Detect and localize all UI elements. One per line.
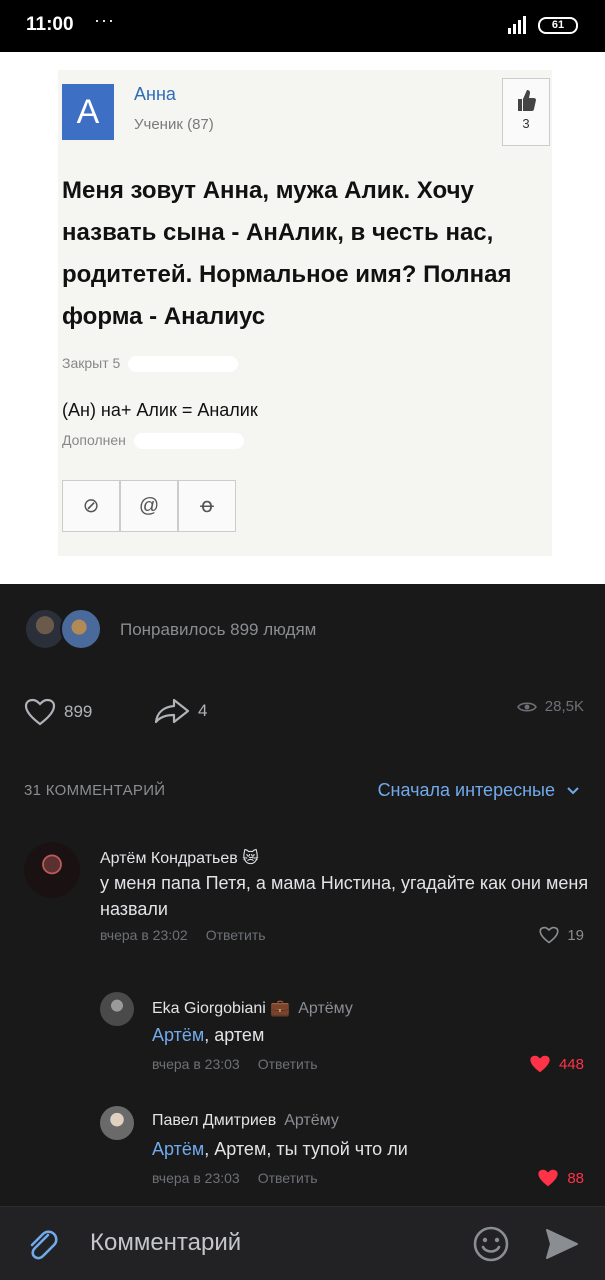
qa-closed-label: Закрыт 5 — [62, 355, 239, 373]
reply-button[interactable]: Ответить — [258, 1056, 318, 1072]
qa-card: А Анна Ученик (87) 3 Меня зовут Анна, му… — [58, 70, 552, 556]
qa-added-label: Дополнен — [62, 432, 244, 450]
heart-filled-icon — [538, 1169, 558, 1187]
chevron-down-icon — [567, 787, 579, 795]
comment-like-count: 19 — [567, 926, 584, 944]
qa-like-count: 3 — [522, 116, 530, 131]
paperclip-icon[interactable] — [24, 1227, 60, 1263]
reply-to-label: Артёму — [284, 1112, 339, 1129]
notification-dots: ··· — [94, 10, 115, 30]
battery-icon: 61 — [538, 17, 578, 34]
post-feed: Понравилось 899 людям 899 4 28,5K 31 КОМ… — [0, 584, 605, 1280]
comment-input[interactable]: Комментарий — [90, 1229, 241, 1257]
emoji-icon[interactable] — [472, 1225, 510, 1263]
qa-author-rank: Ученик (87) — [134, 116, 214, 133]
heart-icon — [539, 926, 559, 944]
comment-text: Артём, Артем, ты тупой что ли — [152, 1136, 572, 1162]
comment: Артём Кондратьев 😿 у меня папа Петя, а м… — [24, 842, 588, 952]
comment-reply: Павел Дмитриев Артёму Артём, Артем, ты ту… — [100, 1106, 584, 1206]
reply-button[interactable]: Ответить — [206, 927, 266, 943]
block-icon: ⊘ — [62, 480, 120, 532]
mention-link[interactable]: Артём — [152, 1139, 204, 1159]
redaction-blur — [133, 433, 244, 450]
qa-added-text: Дополнен — [62, 432, 126, 448]
heart-filled-icon — [530, 1055, 550, 1073]
comment-like-count: 88 — [567, 1169, 584, 1187]
comment-reply: Eka Giorgobiani 💼 Артёму Артём, артем вче… — [100, 992, 584, 1092]
share-button[interactable]: 4 — [154, 698, 207, 724]
comment-meta: вчера в 23:02 Ответить — [100, 927, 266, 943]
post-stats: 899 4 28,5K — [24, 698, 584, 728]
avatar[interactable] — [24, 842, 80, 898]
like-count: 899 — [64, 702, 93, 721]
comment-like-button[interactable]: 88 — [537, 1168, 584, 1188]
liked-by-text: Понравилось 899 людям — [120, 620, 317, 639]
eye-icon — [516, 701, 537, 712]
comment-author[interactable]: Артём Кондратьев 😿 — [100, 848, 259, 868]
comment-author[interactable]: Eka Giorgobiani 💼 — [152, 1000, 290, 1017]
comment-text: у меня папа Петя, а мама Нистина, угадай… — [100, 873, 589, 919]
sort-label: Сначала интересные — [377, 780, 555, 800]
mention-link[interactable]: Артём — [152, 1025, 204, 1045]
sort-dropdown[interactable]: Сначала интересные — [378, 780, 580, 801]
author-avatar: А — [62, 84, 114, 140]
reply-button[interactable]: Ответить — [258, 1170, 318, 1186]
comment-text: Артём, артем — [152, 1022, 572, 1048]
heart-icon — [24, 698, 56, 726]
reply-to-label: Артёму — [298, 1000, 353, 1017]
qa-author-name: Анна — [134, 84, 176, 104]
mail-icon: @ — [120, 480, 178, 532]
comment-like-count: 448 — [558, 1055, 584, 1073]
comment-meta: вчера в 23:03 Ответить — [152, 1056, 318, 1072]
qa-question-text: Меня зовут Анна, мужа Алик. Хочу назвать… — [62, 177, 512, 330]
comments-count: 31 КОММЕНТАРИЙ — [24, 782, 166, 799]
qa-closed-text: Закрыт 5 — [62, 355, 121, 371]
comment-body: , артем — [204, 1025, 265, 1045]
views-count: 28,5K — [544, 698, 584, 715]
comment-like-button[interactable]: 19 — [539, 926, 584, 944]
avatar — [60, 608, 102, 650]
avatar[interactable] — [100, 992, 134, 1026]
views-counter: 28,5K — [516, 698, 584, 715]
signal-icon — [508, 16, 526, 34]
share-icon — [154, 698, 190, 724]
comment-time: вчера в 23:02 — [100, 927, 188, 943]
send-icon[interactable] — [544, 1227, 580, 1261]
comment-composer: Комментарий — [0, 1206, 605, 1280]
like-button[interactable]: 899 — [24, 698, 92, 726]
ok-icon: ꝋ — [178, 480, 236, 532]
avatar[interactable] — [100, 1106, 134, 1140]
share-count: 4 — [198, 701, 208, 720]
qa-action-buttons: ⊘ @ ꝋ — [62, 480, 236, 532]
comment-time: вчера в 23:03 — [152, 1056, 240, 1072]
status-time: 11:00 — [26, 14, 74, 35]
thumbs-up-icon — [518, 90, 536, 111]
comment-author[interactable]: Павел Дмитриев — [152, 1112, 276, 1129]
comment-time: вчера в 23:03 — [152, 1170, 240, 1186]
comment-like-button[interactable]: 448 — [529, 1054, 584, 1074]
post-image[interactable]: А Анна Ученик (87) 3 Меня зовут Анна, му… — [0, 52, 605, 584]
comment-meta: вчера в 23:03 Ответить — [152, 1170, 318, 1186]
qa-like-box: 3 — [502, 78, 550, 146]
qa-addition-text: (Ан) на+ Алик = Аналик — [62, 400, 258, 420]
redaction-blur — [128, 356, 239, 373]
status-bar: 11:00 ··· 61 — [0, 0, 605, 52]
comment-body: , Артем, ты тупой что ли — [204, 1139, 408, 1159]
comment-author-line: Eka Giorgobiani 💼 Артёму — [152, 998, 353, 1018]
comment-author-line: Павел Дмитриев Артёму — [152, 1112, 339, 1130]
